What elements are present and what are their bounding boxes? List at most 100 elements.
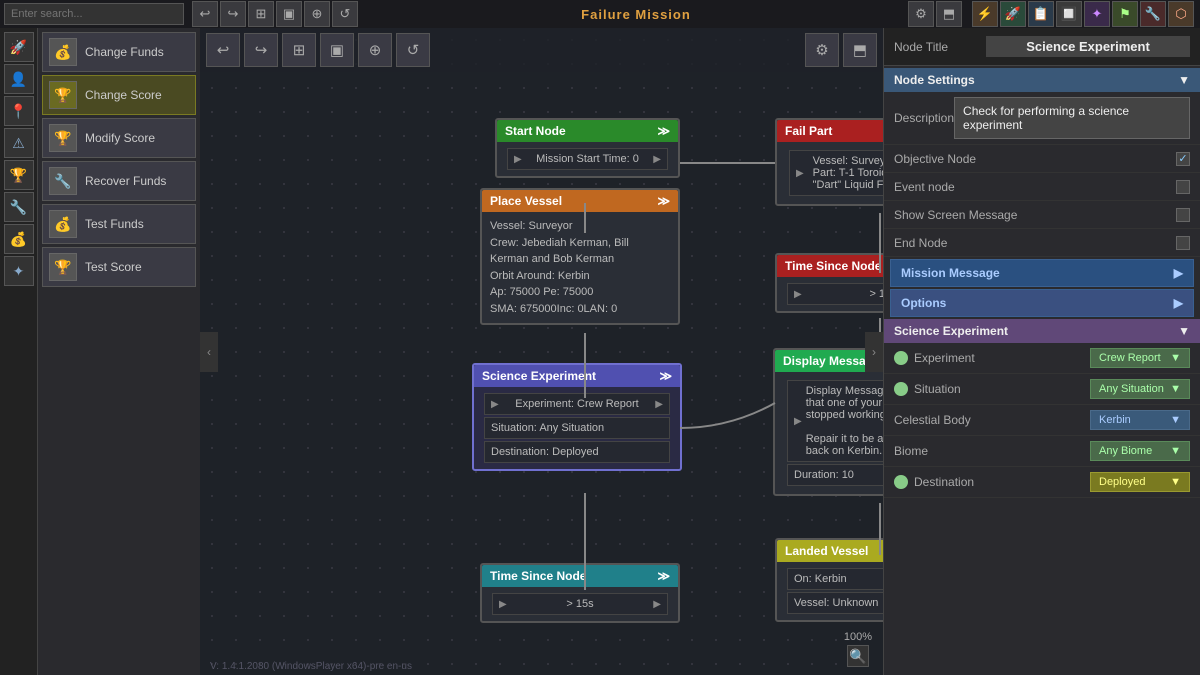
- icon-7[interactable]: 🔧: [1140, 1, 1166, 27]
- menu-item-change-score[interactable]: 🏆 Change Score: [42, 75, 196, 115]
- science-experiment-body: ▶ Experiment: Crew Report ▶ Situation: A…: [474, 387, 680, 469]
- end-node-row: End Node: [884, 229, 1200, 257]
- icon-5[interactable]: ✦: [1084, 1, 1110, 27]
- icon-8[interactable]: ⬡: [1168, 1, 1194, 27]
- description-value: Check for performing a science experimen…: [954, 97, 1190, 139]
- mission-message-button[interactable]: Mission Message ▶: [890, 259, 1194, 287]
- fail-part-body: ▶ Vessel: SurveyorPart: T-1 Toroidal Aer…: [777, 142, 883, 204]
- show-screen-message-checkbox[interactable]: [1176, 208, 1190, 222]
- node-settings-section[interactable]: Node Settings ▼: [884, 68, 1200, 92]
- place-vessel-node[interactable]: Place Vessel ≫ Vessel: Surveyor Crew: Je…: [480, 188, 680, 325]
- options-button[interactable]: Options ▶: [890, 289, 1194, 317]
- science-experiment-header: Science Experiment ≫: [474, 365, 680, 387]
- objective-node-checkbox[interactable]: [1176, 152, 1190, 166]
- scroll-right[interactable]: ›: [865, 332, 883, 372]
- destination-icon: [894, 475, 908, 489]
- fail-part-header: Fail Part ≫: [777, 120, 883, 142]
- node-title-row: Node Title Science Experiment: [884, 28, 1200, 66]
- destination-row: Destination Deployed ▼: [884, 467, 1200, 498]
- icon-2[interactable]: 🚀: [1000, 1, 1026, 27]
- sidebar-icon-column: 🚀 👤 📍 ⚠ 🏆 🔧 💰 ✦: [0, 28, 38, 675]
- zoom-out-button[interactable]: 🔍: [847, 645, 869, 667]
- canvas-select[interactable]: ▣: [320, 33, 354, 67]
- situation-label: Situation: [914, 382, 1090, 396]
- sidebar-icon-star[interactable]: ✦: [4, 256, 34, 286]
- start-node[interactable]: Start Node ≫ ▶ Mission Start Time: 0 ▶: [495, 118, 680, 178]
- menu-item-modify-score[interactable]: 🏆 Modify Score: [42, 118, 196, 158]
- sidebar-icon-trophy[interactable]: 🏆: [4, 160, 34, 190]
- situation-dropdown[interactable]: Any Situation ▼: [1090, 379, 1190, 399]
- menu-item-change-funds[interactable]: 💰 Change Funds: [42, 32, 196, 72]
- undo-button[interactable]: ↩: [192, 1, 218, 27]
- zoom-percentage: 100%: [844, 631, 872, 643]
- place-vessel-header: Place Vessel ≫: [482, 190, 678, 212]
- menu-item-label: Test Score: [85, 260, 142, 274]
- refresh-button[interactable]: ↺: [332, 1, 358, 27]
- modify-score-icon: 🏆: [49, 124, 77, 152]
- grid-button[interactable]: ⊞: [248, 1, 274, 27]
- icon-3[interactable]: 📋: [1028, 1, 1054, 27]
- science-section-header[interactable]: Science Experiment ▼: [884, 319, 1200, 343]
- canvas-undo[interactable]: ↩: [206, 33, 240, 67]
- celestial-body-dropdown[interactable]: Kerbin ▼: [1090, 410, 1190, 430]
- sidebar-icon-rocket[interactable]: 🚀: [4, 32, 34, 62]
- landed-vessel-node[interactable]: Landed Vessel ≫ On: Kerbin Vessel: Unkno…: [775, 538, 883, 622]
- menu-item-test-score[interactable]: 🏆 Test Score: [42, 247, 196, 287]
- end-node-checkbox[interactable]: [1176, 236, 1190, 250]
- settings-icon[interactable]: ⚙: [908, 1, 934, 27]
- destination-dropdown[interactable]: Deployed ▼: [1090, 472, 1190, 492]
- test-score-icon: 🏆: [49, 253, 77, 281]
- sidebar-icon-crew[interactable]: 👤: [4, 64, 34, 94]
- canvas-area[interactable]: ↩ ↪ ⊞ ▣ ⊕ ↺ ⚙ ⬒ Start Node ≫ ▶: [200, 28, 883, 675]
- landed-vessel-body: On: Kerbin Vessel: Unknown: [777, 562, 883, 620]
- landed-vessel-header: Landed Vessel ≫: [777, 540, 883, 562]
- experiment-dropdown[interactable]: Crew Report ▼: [1090, 348, 1190, 368]
- right-panel: Node Title Science Experiment Node Setti…: [883, 28, 1200, 675]
- menu-item-test-funds[interactable]: 💰 Test Funds: [42, 204, 196, 244]
- menu-item-label: Change Score: [85, 88, 162, 102]
- sidebar-icon-funds[interactable]: 💰: [4, 224, 34, 254]
- mission-title: Failure Mission: [364, 7, 908, 22]
- change-funds-icon: 💰: [49, 38, 77, 66]
- show-screen-message-label: Show Screen Message: [894, 208, 1176, 222]
- canvas-grid[interactable]: ⊞: [282, 33, 316, 67]
- icon-1[interactable]: ⚡: [972, 1, 998, 27]
- canvas-export[interactable]: ⬒: [843, 33, 877, 67]
- time-since-top-header: Time Since Node ≫: [777, 255, 883, 277]
- time-since-bottom-node[interactable]: Time Since Node ≫ ▶ > 15s ▶: [480, 563, 680, 623]
- time-since-bottom-body: ▶ > 15s ▶: [482, 587, 678, 621]
- event-node-checkbox[interactable]: [1176, 180, 1190, 194]
- export-icon[interactable]: ⬒: [936, 1, 962, 27]
- sidebar-icon-alert[interactable]: ⚠: [4, 128, 34, 158]
- destination-label: Destination: [914, 475, 1090, 489]
- icon-6[interactable]: ⚑: [1112, 1, 1138, 27]
- situation-row: Situation Any Situation ▼: [884, 374, 1200, 405]
- change-score-icon: 🏆: [49, 81, 77, 109]
- canvas-settings[interactable]: ⚙: [805, 33, 839, 67]
- sidebar-icon-wrench[interactable]: 🔧: [4, 192, 34, 222]
- topbar: ↩ ↪ ⊞ ▣ ⊕ ↺ Failure Mission ⚙ ⬒ ⚡ 🚀 📋 🔲 …: [0, 0, 1200, 28]
- menu-item-recover-funds[interactable]: 🔧 Recover Funds: [42, 161, 196, 201]
- canvas-refresh[interactable]: ↺: [396, 33, 430, 67]
- sidebar-icon-location[interactable]: 📍: [4, 96, 34, 126]
- time-since-top-node[interactable]: Time Since Node ≫ ▶ > 1s ▶: [775, 253, 883, 313]
- canvas-redo[interactable]: ↪: [244, 33, 278, 67]
- show-screen-message-row: Show Screen Message: [884, 201, 1200, 229]
- zoom-controls: 100% 🔍: [844, 631, 872, 667]
- layers-button[interactable]: ⊕: [304, 1, 330, 27]
- time-since-bottom-header: Time Since Node ≫: [482, 565, 678, 587]
- fail-part-node[interactable]: Fail Part ≫ ▶ Vessel: SurveyorPart: T-1 …: [775, 118, 883, 206]
- time-since-top-body: ▶ > 1s ▶: [777, 277, 883, 311]
- biome-dropdown[interactable]: Any Biome ▼: [1090, 441, 1190, 461]
- node-title-value: Science Experiment: [986, 36, 1190, 57]
- node-title-label: Node Title: [894, 40, 986, 54]
- celestial-body-row: Celestial Body Kerbin ▼: [884, 405, 1200, 436]
- scroll-left[interactable]: ‹: [200, 332, 218, 372]
- canvas-layers[interactable]: ⊕: [358, 33, 392, 67]
- search-input[interactable]: [4, 3, 184, 25]
- icon-4[interactable]: 🔲: [1056, 1, 1082, 27]
- select-button[interactable]: ▣: [276, 1, 302, 27]
- experiment-row: Experiment Crew Report ▼: [884, 343, 1200, 374]
- science-experiment-node[interactable]: Science Experiment ≫ ▶ Experiment: Crew …: [472, 363, 682, 471]
- redo-button[interactable]: ↪: [220, 1, 246, 27]
